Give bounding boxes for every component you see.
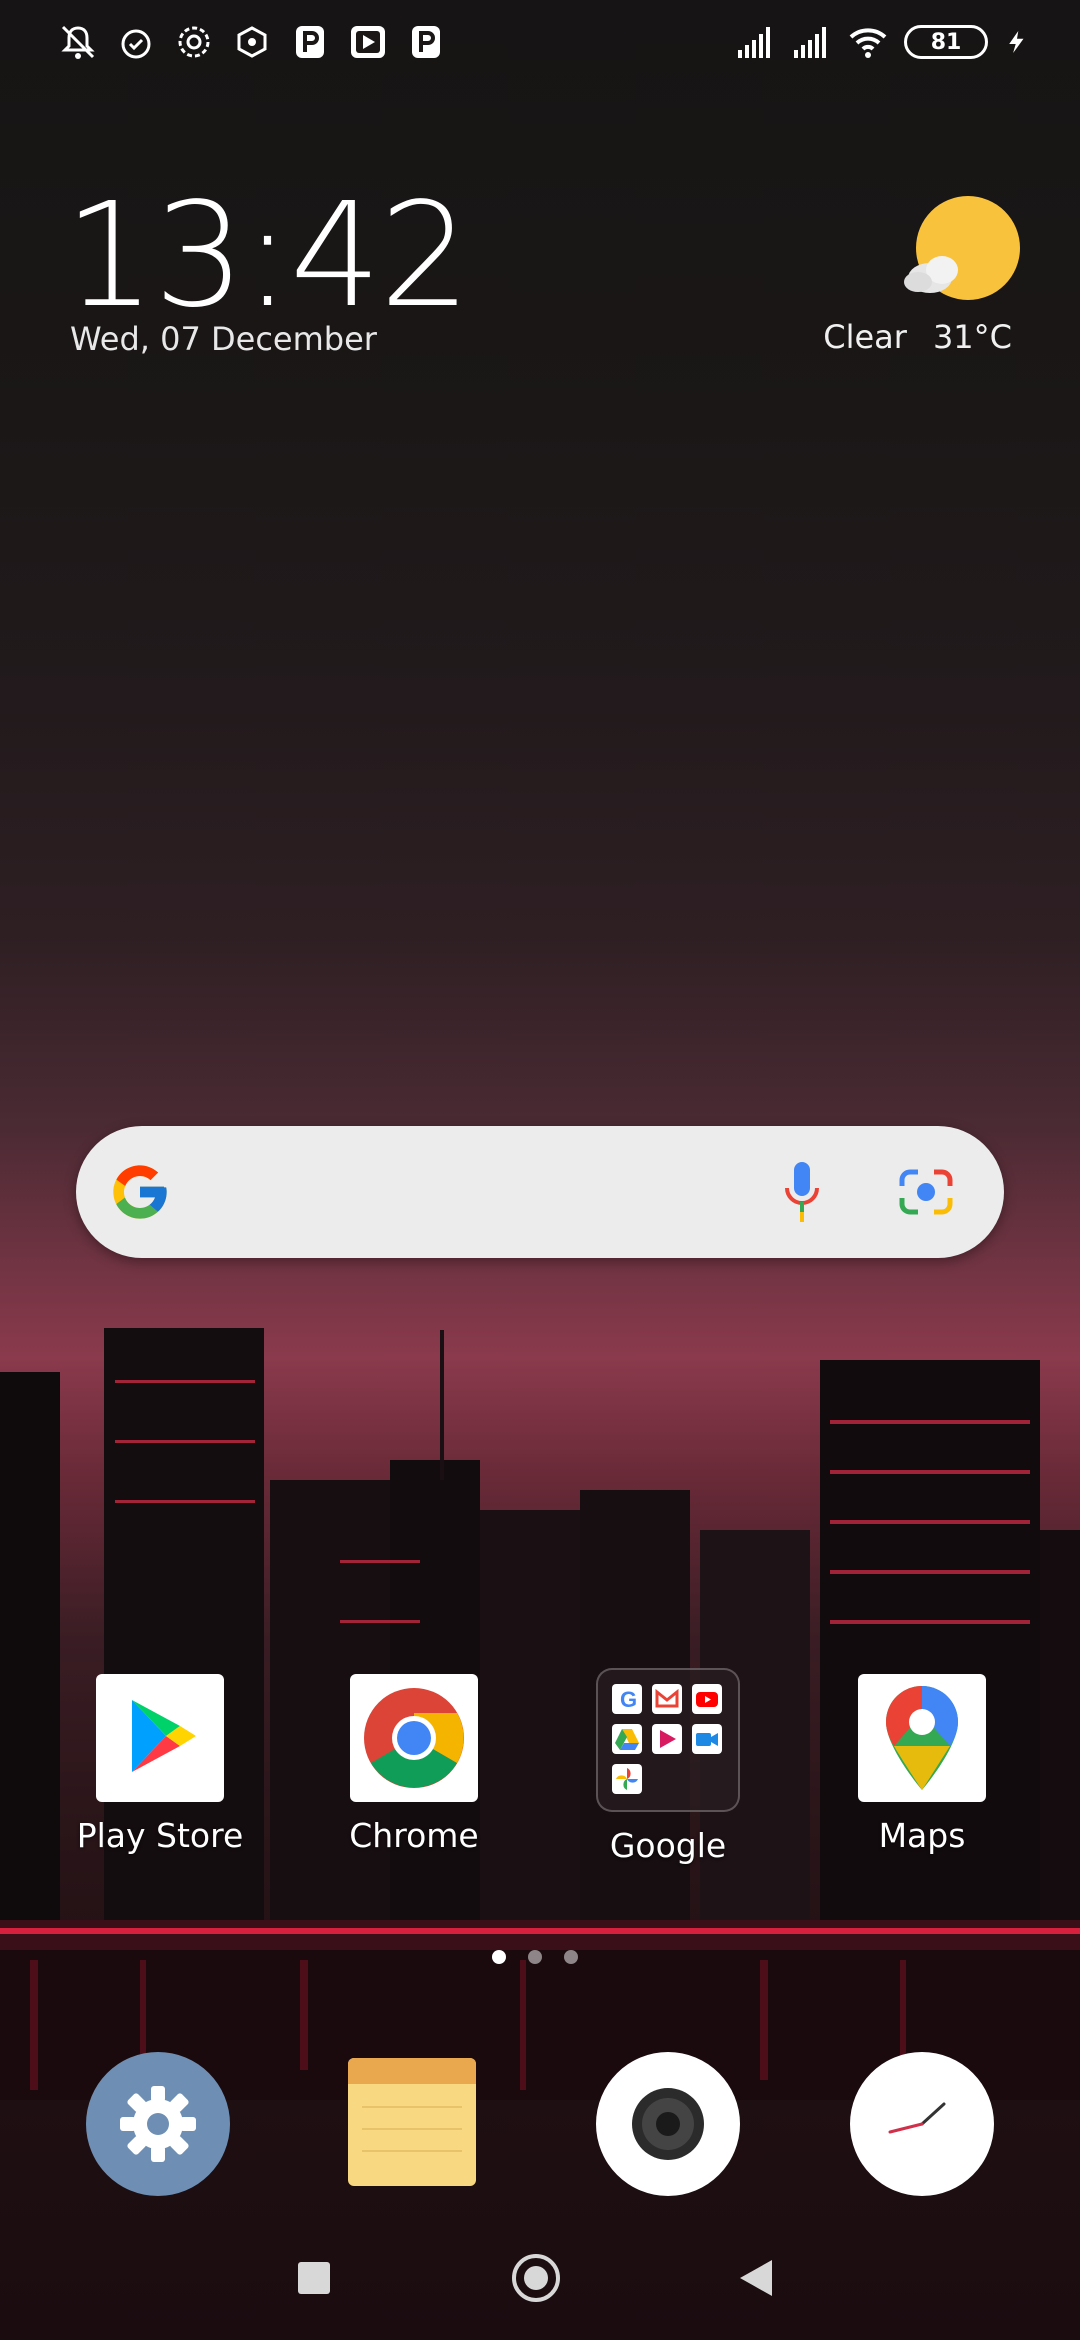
gmail-mini-icon (652, 1684, 682, 1714)
notes-icon[interactable] (348, 2058, 476, 2186)
app-label: Chrome (349, 1816, 479, 1855)
gear-icon (120, 2086, 196, 2162)
signal-icon (738, 27, 770, 58)
app-label: Google (609, 1826, 727, 1865)
charging-icon (1009, 30, 1024, 54)
hexagon-icon (237, 26, 267, 58)
play-store-logo (132, 1700, 196, 1772)
weather-temperature: 31°C (932, 318, 1012, 356)
clock-hands-icon (888, 2102, 946, 2134)
app-label: Play Store (76, 1816, 244, 1855)
home-button-dot (524, 2266, 548, 2290)
notifications-off-icon (61, 25, 95, 59)
microphone-icon[interactable] (782, 1160, 822, 1224)
wifi-icon (849, 28, 887, 58)
meet-mini-icon (692, 1724, 722, 1754)
page-indicator (492, 1950, 578, 1964)
app-google-folder[interactable]: G Google (578, 1668, 758, 1865)
page-dot-active[interactable] (492, 1950, 506, 1964)
notes-line (362, 2128, 462, 2150)
page-dot[interactable] (528, 1950, 542, 1964)
weather-condition: Clear (823, 318, 907, 356)
camera-lens-icon (632, 2088, 704, 2160)
chrome-logo (364, 1688, 464, 1788)
play-movies-mini-icon (652, 1724, 682, 1754)
status-right: 81 (736, 22, 1030, 62)
page-dot[interactable] (564, 1950, 578, 1964)
google-search-bar[interactable] (76, 1126, 1004, 1258)
notes-line (362, 2150, 462, 2172)
media-app-icon (351, 26, 385, 58)
google-g-icon (113, 1165, 167, 1219)
signal-icon (794, 27, 826, 58)
clock-time[interactable]: 13:42 (64, 180, 471, 330)
notes-line (362, 2106, 462, 2128)
maps-logo (886, 1686, 958, 1790)
status-left (58, 22, 446, 62)
p-app-icon (296, 26, 324, 58)
app-chrome[interactable]: Chrome (324, 1674, 504, 1855)
clock-icon[interactable] (850, 2052, 994, 2196)
sun-cloud-icon[interactable] (900, 196, 1020, 306)
weather-widget[interactable]: Clear 31°C (823, 318, 1012, 356)
battery-level: 81 (930, 29, 962, 55)
google-lens-icon[interactable] (896, 1164, 956, 1220)
drive-mini-icon (612, 1724, 642, 1754)
navigation-bar (0, 2230, 1080, 2340)
gear-badge-icon (178, 26, 210, 58)
status-bar: 81 (0, 0, 1080, 92)
clock-date[interactable]: Wed, 07 December (70, 320, 377, 358)
recents-button[interactable] (298, 2262, 330, 2294)
battery-indicator: 81 (904, 25, 988, 59)
maps-icon[interactable] (858, 1674, 986, 1802)
chrome-icon[interactable] (350, 1674, 478, 1802)
back-button[interactable] (738, 2258, 774, 2298)
settings-icon[interactable] (86, 2052, 230, 2196)
photos-mini-icon (612, 1764, 642, 1794)
app-play-store[interactable]: Play Store (70, 1674, 250, 1855)
notes-header (348, 2058, 476, 2084)
google-mini-icon: G (612, 1684, 642, 1714)
youtube-mini-icon (692, 1684, 722, 1714)
google-folder-icon[interactable]: G (596, 1668, 740, 1812)
alarm-icon (121, 29, 151, 59)
camera-icon[interactable] (596, 2052, 740, 2196)
app-maps[interactable]: Maps (832, 1674, 1012, 1855)
app-label: Maps (878, 1816, 966, 1855)
play-store-icon[interactable] (96, 1674, 224, 1802)
svg-text:G: G (620, 1687, 637, 1712)
home-button[interactable] (512, 2254, 560, 2302)
p-app-icon (412, 26, 440, 58)
